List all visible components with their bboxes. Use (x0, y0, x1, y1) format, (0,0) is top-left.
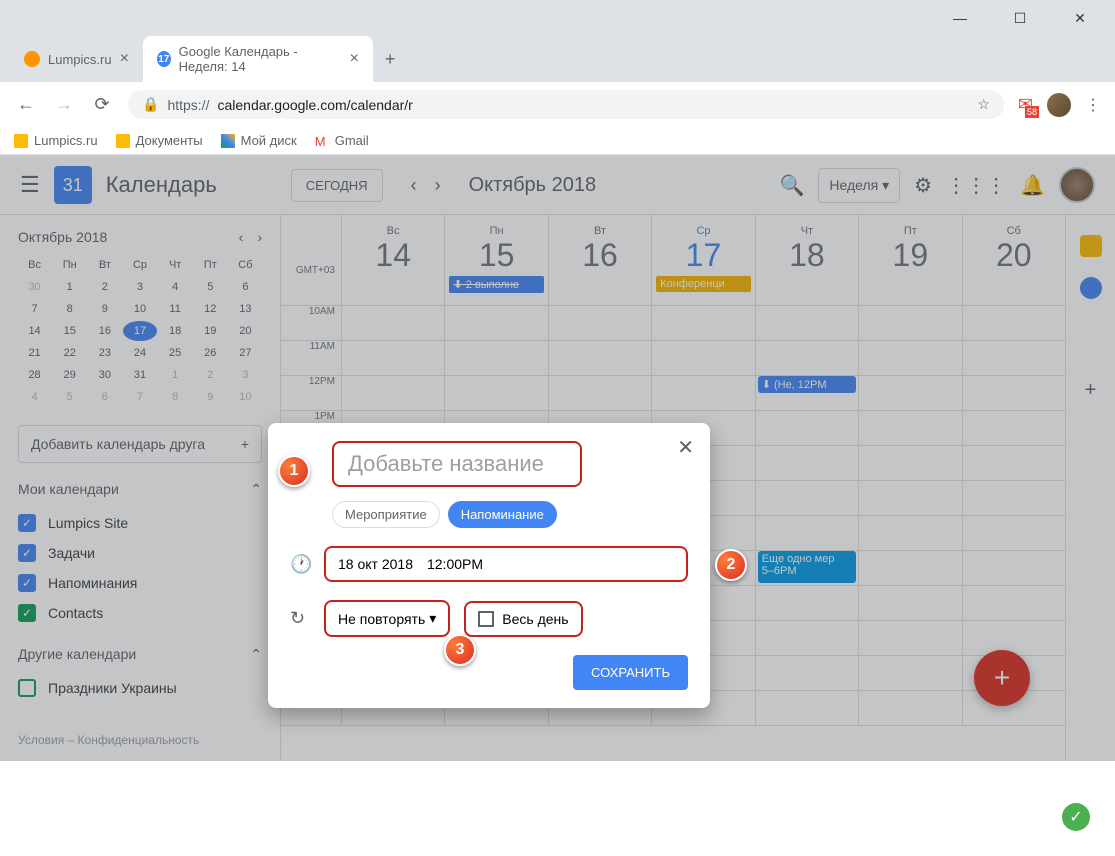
bookmarks-bar: Lumpics.ru Документы Мой диск M Gmail (0, 127, 1115, 155)
gmail-ext-icon[interactable]: ✉ 58 (1018, 94, 1033, 115)
url-bar[interactable]: 🔒 https:// calendar.google.com/calendar/r… (128, 90, 1004, 119)
window-maximize-icon[interactable]: ☐ (1005, 8, 1035, 28)
page-icon (14, 134, 28, 148)
repeat-selector[interactable]: Не повторять ▾ (324, 600, 450, 637)
back-button[interactable]: ← (14, 94, 38, 115)
bookmark-drive[interactable]: Мой диск (221, 133, 297, 148)
repeat-label: Не повторять (338, 611, 425, 627)
lumpics-favicon-icon (24, 51, 40, 67)
tab-title: Google Календарь - Неделя: 14 (179, 44, 342, 74)
type-event-chip[interactable]: Мероприятие (332, 501, 440, 528)
tab-lumpics[interactable]: Lumpics.ru × (10, 42, 143, 76)
tab-close-icon[interactable]: × (350, 50, 359, 68)
calendar-favicon-icon: 17 (157, 51, 171, 67)
dropdown-icon: ▾ (429, 610, 436, 627)
window-close-icon[interactable]: ✕ (1065, 8, 1095, 28)
url-scheme: https:// (167, 97, 209, 113)
repeat-icon: ↻ (290, 608, 310, 629)
annotation-badge-2: 2 (715, 549, 747, 581)
clock-icon: 🕐 (290, 554, 310, 575)
bookmark-docs[interactable]: Документы (116, 133, 203, 148)
create-reminder-modal: ✕ Добавьте название Мероприятие Напомина… (268, 423, 710, 708)
date-value: 18 окт 2018 (338, 556, 413, 572)
gmail-badge-count: 58 (1025, 106, 1039, 118)
allday-label: Весь день (502, 611, 568, 627)
tab-title: Lumpics.ru (48, 52, 112, 67)
bookmark-gmail[interactable]: M Gmail (315, 133, 369, 148)
reload-button[interactable]: ⟳ (90, 94, 114, 115)
profile-avatar-icon[interactable] (1047, 93, 1071, 117)
browser-chrome: — ☐ ✕ Lumpics.ru × 17 Google Календарь -… (0, 0, 1115, 156)
page-icon (116, 134, 130, 148)
allday-checkbox[interactable]: Весь день (464, 601, 582, 637)
checkbox-icon[interactable] (478, 611, 494, 627)
forward-button[interactable]: → (52, 94, 76, 115)
save-button[interactable]: СОХРАНИТЬ (573, 655, 688, 690)
time-value: 12:00PM (427, 556, 483, 572)
new-tab-button[interactable]: + (373, 43, 408, 76)
title-input[interactable]: Добавьте название (332, 441, 582, 487)
annotation-badge-3: 3 (444, 634, 476, 666)
star-icon[interactable]: ☆ (977, 96, 990, 113)
window-minimize-icon[interactable]: — (945, 8, 975, 28)
datetime-input[interactable]: 18 окт 2018 12:00PM (324, 546, 688, 582)
browser-menu-icon[interactable]: ⋮ (1085, 95, 1101, 115)
tab-calendar[interactable]: 17 Google Календарь - Неделя: 14 × (143, 36, 373, 82)
lock-icon: 🔒 (142, 96, 159, 113)
bookmark-lumpics[interactable]: Lumpics.ru (14, 133, 98, 148)
gmail-icon: M (315, 134, 329, 148)
bookmark-label: Мой диск (241, 133, 297, 148)
tab-close-icon[interactable]: × (120, 50, 129, 68)
bookmark-label: Документы (136, 133, 203, 148)
type-reminder-chip[interactable]: Напоминание (448, 501, 557, 528)
annotation-badge-1: 1 (278, 455, 310, 487)
shield-icon[interactable]: ✓ (1062, 803, 1090, 831)
bookmark-label: Gmail (335, 133, 369, 148)
url-text: calendar.google.com/calendar/r (217, 97, 412, 113)
bookmark-label: Lumpics.ru (34, 133, 98, 148)
close-modal-button[interactable]: ✕ (677, 435, 694, 460)
drive-icon (221, 134, 235, 148)
